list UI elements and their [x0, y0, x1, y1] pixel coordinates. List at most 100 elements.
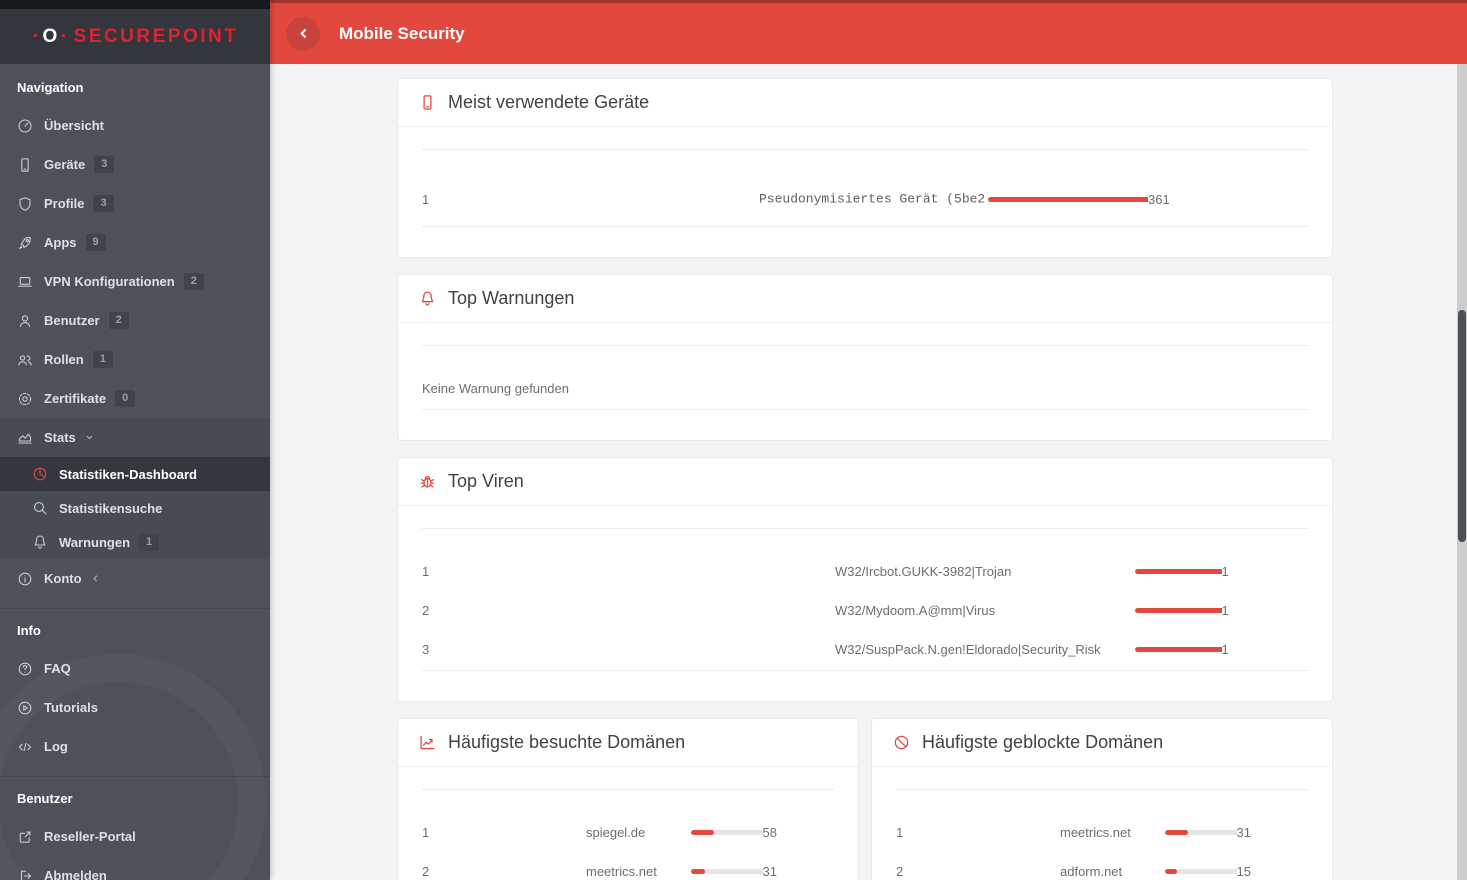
column-header-warnung	[761, 346, 1063, 371]
position-cell: 1	[422, 564, 430, 579]
sidebar-item-label: Übersicht	[44, 118, 104, 133]
code-icon	[17, 739, 33, 755]
percent-bar	[691, 869, 763, 874]
column-header-prozent	[691, 790, 763, 815]
mobile-icon	[419, 94, 436, 111]
chevron-left-icon	[296, 26, 311, 41]
sidebar-item-benutzer[interactable]: Benutzer 2	[0, 301, 270, 340]
column-header-domaene	[586, 790, 691, 815]
sidebar-item-faq[interactable]: FAQ	[0, 649, 270, 688]
requests-cell: 1	[1221, 603, 1229, 618]
sidebar-item-warnungen[interactable]: Warnungen 1	[0, 525, 270, 559]
user-section-heading: Benutzer	[17, 791, 73, 806]
position-cell: 1	[896, 825, 904, 840]
sidebar-item-vpn-konfigurationen[interactable]: VPN Konfigurationen 2	[0, 262, 270, 301]
scrollbar-thumb[interactable]	[1458, 310, 1466, 542]
column-header-anfragen	[1148, 150, 1308, 175]
users-icon	[17, 352, 33, 368]
sidebar-item-profile[interactable]: Profile 3	[0, 184, 270, 223]
sidebar-item-statistiken-dashboard[interactable]: Statistiken-Dashboard	[0, 457, 270, 491]
card-blocked-domains: Häufigste geblockte Domänen 1 meetrics.n…	[871, 718, 1333, 880]
scrollbar-track[interactable]	[1457, 64, 1467, 880]
securepoint-logo[interactable]: ·O· SECUREPOINT	[32, 26, 239, 48]
sidebar-item-statistikensuche[interactable]: Statistikensuche	[0, 491, 270, 525]
sidebar-item-log[interactable]: Log	[0, 727, 270, 766]
sidebar-item-label: Geräte	[44, 157, 86, 172]
laptop-icon	[17, 274, 33, 290]
card-visited-domains: Häufigste besuchte Domänen 1 spiegel.de …	[397, 718, 859, 880]
sidebar-item-abmelden[interactable]: Abmelden	[0, 856, 270, 880]
sidebar-item-label: Konto	[44, 571, 82, 586]
count-badge: 1	[139, 533, 160, 551]
pie-chart-icon	[32, 466, 48, 482]
sidebar-item-rollen[interactable]: Rollen 1	[0, 340, 270, 379]
empty-message: Keine Warnung gefunden	[422, 381, 569, 396]
count-badge: 9	[85, 234, 106, 251]
count-badge: 1	[92, 351, 113, 368]
sidebar-item-label: Stats	[44, 430, 76, 445]
sidebar-item-label: Statistiken-Dashboard	[59, 466, 197, 482]
card-top-warnings: Top Warnungen Keine Warnung gefunden	[397, 274, 1333, 441]
domain-cell: meetrics.net	[586, 864, 657, 879]
sidebar-divider	[0, 776, 270, 777]
shield-icon	[17, 196, 33, 212]
column-header-prozent	[988, 150, 1148, 175]
logo-wordmark: SECUREPOINT	[73, 25, 239, 47]
count-badge: 2	[108, 312, 129, 329]
sidebar-item-reseller-portal[interactable]: Reseller-Portal	[0, 817, 270, 856]
logo-dot: ·	[32, 25, 42, 47]
percent-bar	[1135, 569, 1222, 574]
sidebar-item-label: Rollen	[44, 352, 84, 367]
sidebar-item-label: Apps	[44, 235, 77, 250]
column-header-warnungen-gesamt	[1175, 346, 1242, 371]
table-row-meetrics-net: 2 meetrics.net 31	[422, 853, 834, 880]
percent-bar	[1135, 647, 1222, 652]
sidebar-item-konto[interactable]: Konto	[0, 559, 270, 598]
mobile-icon	[17, 157, 33, 173]
sidebar-item-apps[interactable]: Apps 9	[0, 223, 270, 262]
nav-list: Übersicht Geräte 3 Profile 3 Apps 9 VPN …	[0, 106, 270, 598]
table-row-w32-ircbot-gukk-3982-trojan: 1 W32/Ircbot.GUKK-3982|Trojan 1	[422, 553, 1308, 592]
sidebar-item-label: Warnungen	[59, 534, 131, 550]
requests-cell: 58	[762, 825, 777, 840]
column-header-position	[422, 790, 586, 815]
count-badge: 0	[115, 390, 136, 407]
table-row-w32-mydoom-a-mm-virus: 2 W32/Mydoom.A@mm|Virus 1	[422, 592, 1308, 631]
card-most-used-devices: Meist verwendete Geräte 1 Pseudonymisier…	[397, 78, 1333, 258]
blocked-icon	[893, 734, 910, 751]
sidebar-item-uebersicht[interactable]: Übersicht	[0, 106, 270, 145]
position-cell: 1	[422, 191, 430, 207]
count-badge: 3	[94, 156, 115, 173]
column-header-position	[422, 150, 759, 175]
sidebar-item-zertifikate[interactable]: Zertifikate 0	[0, 379, 270, 418]
sidebar-item-label: Benutzer	[44, 313, 100, 328]
chevron-left-icon	[90, 573, 101, 584]
requests-cell: 1	[1221, 564, 1229, 579]
sidebar-item-stats[interactable]: Stats	[0, 418, 270, 457]
logo-band: ·O· SECUREPOINT	[0, 0, 270, 64]
sidebar-item-label: Zertifikate	[44, 391, 107, 406]
sidebar-item-label: Abmelden	[44, 868, 107, 880]
blocked-domains-table: 1 meetrics.net 31 2 adform.net 15	[896, 789, 1308, 880]
percent-bar	[988, 196, 1148, 202]
search-icon	[32, 500, 48, 516]
chevron-down-icon	[84, 432, 95, 443]
chart-area-icon	[17, 430, 33, 446]
info-circle-icon	[17, 571, 33, 587]
percent-bar	[1165, 830, 1237, 835]
requests-cell: 15	[1236, 864, 1251, 879]
back-button[interactable]	[286, 16, 320, 51]
chart-line-icon	[419, 734, 436, 751]
page-title: Mobile Security	[339, 23, 465, 43]
column-header-position	[422, 346, 761, 371]
sidebar-item-tutorials[interactable]: Tutorials	[0, 688, 270, 727]
user-list: Reseller-Portal Abmelden	[0, 817, 270, 880]
column-header-geraet	[759, 150, 988, 175]
card-title: Häufigste geblockte Domänen	[922, 732, 1164, 752]
sidebar-item-geraete[interactable]: Geräte 3	[0, 145, 270, 184]
gauge-icon	[17, 118, 33, 134]
card-title: Top Viren	[448, 471, 524, 491]
requests-cell: 361	[1148, 191, 1170, 207]
position-cell: 1	[422, 825, 430, 840]
column-header-position	[422, 529, 835, 554]
